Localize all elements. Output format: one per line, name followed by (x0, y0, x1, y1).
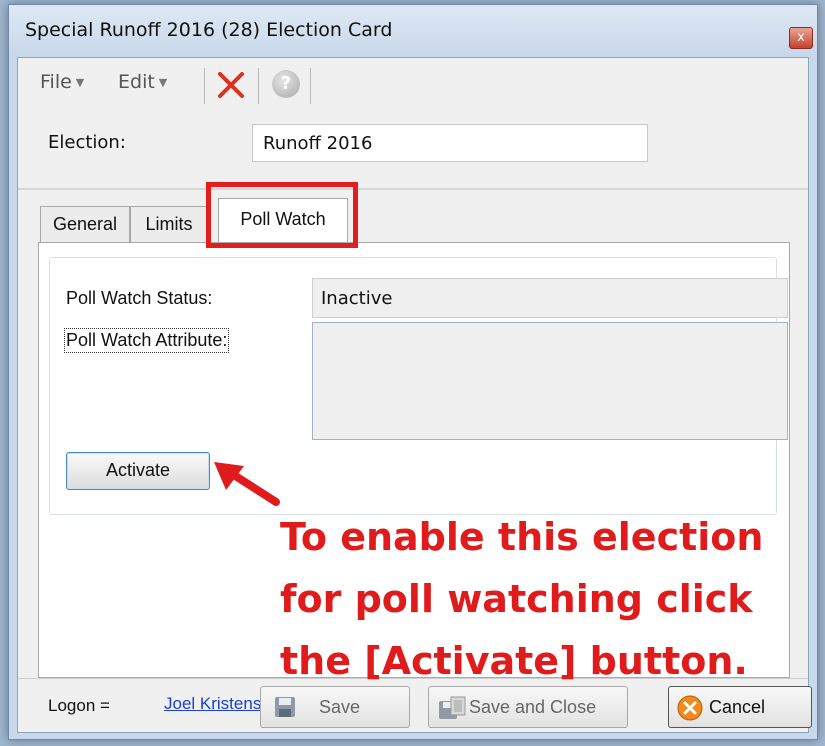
tab-general[interactable]: General (40, 206, 130, 242)
menu-file[interactable]: File ▼ (40, 71, 84, 93)
divider (18, 188, 808, 190)
logon-user-link[interactable]: Joel Kristensen (164, 694, 270, 714)
tab-limits[interactable]: Limits (130, 206, 208, 242)
tab-highlight-box (206, 182, 358, 248)
help-icon[interactable]: ? (272, 70, 300, 98)
cancel-button[interactable]: Cancel (668, 686, 812, 728)
activate-button[interactable]: Activate (66, 452, 210, 490)
save-and-close-button[interactable]: Save and Close (428, 686, 628, 728)
menu-edit[interactable]: Edit ▼ (118, 71, 167, 93)
poll-watch-status-label: Poll Watch Status: (66, 288, 213, 308)
window-title: Special Runoff 2016 (28) Election Card (25, 19, 393, 41)
save-icon (275, 697, 295, 717)
election-field[interactable]: Runoff 2016 (252, 124, 648, 162)
close-icon: x (797, 30, 805, 45)
poll-watch-attribute-label: Poll Watch Attribute: (63, 328, 230, 353)
close-button[interactable]: x (789, 27, 813, 49)
annotation-arrow-icon (214, 462, 280, 506)
save-and-close-label: Save and Close (469, 697, 597, 717)
poll-watch-attribute-field[interactable] (312, 322, 788, 440)
cancel-icon (677, 695, 703, 721)
window-client: File ▼ Edit ▼ ? Election: Runoff 2016 Gene… (17, 57, 812, 733)
toolbar-separator (204, 68, 205, 104)
save-close-icon (439, 696, 466, 719)
poll-watch-status-field: Inactive (312, 278, 788, 318)
menu-bar: File ▼ Edit ▼ ? (18, 58, 808, 110)
callout-line: the [Activate] button. (280, 639, 748, 683)
save-label: Save (319, 697, 361, 717)
menu-file-label: File (40, 71, 72, 93)
callout-line: for poll watching click (280, 577, 753, 621)
toolbar-separator (258, 68, 259, 104)
annotation-callout: To enable this election for poll watchin… (280, 506, 825, 692)
save-button[interactable]: Save (260, 686, 410, 728)
callout-line: To enable this election (280, 515, 764, 559)
title-bar: Special Runoff 2016 (28) Election Card x (9, 5, 817, 57)
toolbar-separator (310, 68, 311, 104)
delete-icon[interactable] (216, 70, 246, 100)
cancel-label: Cancel (709, 697, 766, 717)
logon-label: Logon = (48, 696, 110, 715)
menu-edit-label: Edit (118, 71, 155, 93)
election-card-window: Special Runoff 2016 (28) Election Card x… (8, 4, 818, 740)
poll-watch-group: Poll Watch Status: Inactive Poll Watch A… (49, 257, 788, 515)
election-label: Election: (48, 132, 126, 153)
chevron-down-icon: ▼ (75, 76, 85, 89)
chevron-down-icon: ▼ (158, 76, 168, 89)
